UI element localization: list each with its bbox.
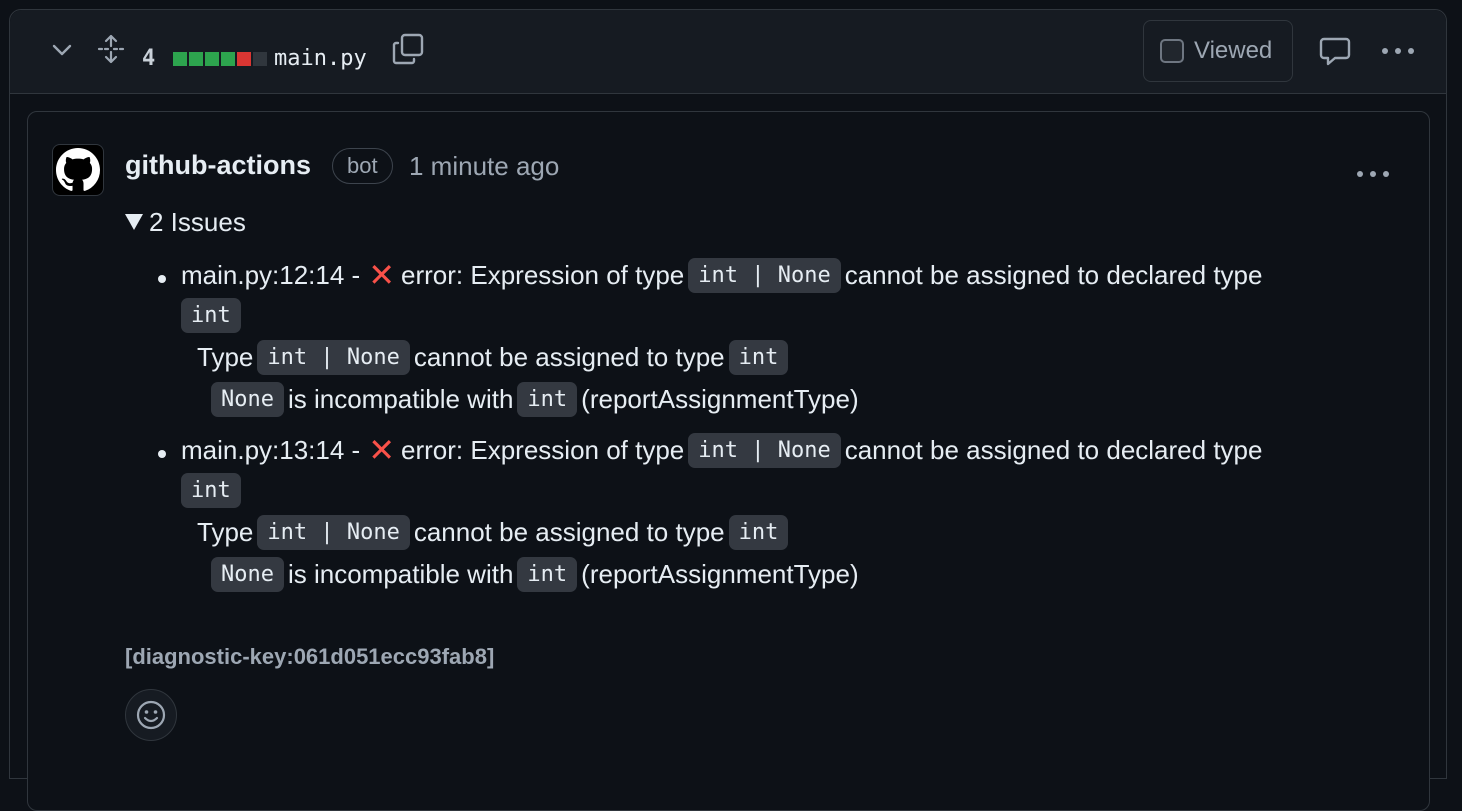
issue-subdetail: None is incompatible with int (reportAss… [211, 382, 859, 417]
viewed-label: Viewed [1194, 37, 1273, 64]
bot-badge: bot [332, 148, 393, 184]
unfold-icon[interactable] [96, 34, 126, 64]
comment-icon[interactable] [1318, 34, 1352, 68]
inline-code: int | None [257, 340, 410, 375]
issue-line: main.py:13:14 - ✕ error: Expression of t… [181, 431, 1262, 469]
diffstat-block [237, 52, 251, 66]
issue-message: cannot be assigned to declared type [844, 259, 1263, 290]
comment-timestamp[interactable]: 1 minute ago [409, 151, 559, 182]
inline-code: None [211, 382, 284, 417]
detail-text: (reportAssignmentType) [581, 384, 859, 414]
inline-code: None [211, 557, 284, 592]
issue-detail: Type int | None cannot be assigned to ty… [197, 340, 792, 375]
issue-message: error: Expression of type [401, 434, 685, 465]
detail-text: cannot be assigned to type [413, 517, 725, 547]
x-mark-icon: ✕ [368, 257, 396, 293]
inline-code: int | None [688, 432, 841, 468]
comment-body: 2 Issues main.py:12:14 - ✕ error: Expres… [125, 204, 1262, 592]
diffstat-block [205, 52, 219, 66]
issues-summary[interactable]: 2 Issues [125, 204, 246, 240]
issue-message: error: Expression of type [401, 259, 685, 290]
comment-author[interactable]: github-actions [125, 150, 311, 181]
smiley-icon [136, 700, 166, 730]
bullet [158, 275, 166, 283]
avatar[interactable] [52, 144, 104, 196]
diffstat-block [189, 52, 203, 66]
copy-icon[interactable] [391, 32, 425, 66]
inline-code: int | None [257, 515, 410, 550]
inline-code: int [728, 515, 789, 550]
viewed-checkbox[interactable] [1160, 39, 1184, 63]
detail-text: Type [197, 517, 254, 547]
issue-line: main.py:12:14 - ✕ error: Expression of t… [181, 256, 1262, 294]
issue-line-wrap: int [181, 298, 245, 333]
detail-text: cannot be assigned to type [413, 342, 725, 372]
diffstat-bar [173, 52, 267, 66]
bullet [158, 450, 166, 458]
diffstat-block [173, 52, 187, 66]
github-mark-icon [56, 148, 100, 191]
diffstat-block [253, 52, 267, 66]
review-comment: github-actions bot 1 minute ago 2 Issues… [27, 111, 1430, 811]
issue-location: main.py:12:14 - [181, 259, 361, 290]
issues-summary-label: 2 Issues [149, 206, 246, 237]
chevron-down-icon[interactable] [50, 38, 74, 62]
inline-code: int [517, 557, 578, 592]
file-header: 4 main.py Viewed [10, 10, 1446, 94]
inline-code: int | None [688, 257, 841, 293]
comment-options-icon[interactable] [1353, 162, 1393, 186]
inline-code: int [181, 473, 241, 508]
file-diff-container: 4 main.py Viewed github-actions bot 1 mi… [9, 9, 1447, 811]
inline-code: int [517, 382, 578, 417]
file-name[interactable]: main.py [274, 46, 367, 71]
issue-line-wrap: int [181, 473, 245, 508]
detail-text: is incompatible with [287, 384, 514, 414]
diff-count: 4 [142, 46, 156, 71]
issue-detail: Type int | None cannot be assigned to ty… [197, 515, 792, 550]
detail-text: Type [197, 342, 254, 372]
issue-subdetail: None is incompatible with int (reportAss… [211, 557, 859, 592]
detail-text: (reportAssignmentType) [581, 559, 859, 589]
inline-code: int [728, 340, 789, 375]
add-reaction-button[interactable] [125, 689, 177, 741]
disclosure-triangle-icon [125, 214, 143, 230]
issue-location: main.py:13:14 - [181, 434, 361, 465]
issue-message: cannot be assigned to declared type [844, 434, 1263, 465]
diffstat-block [221, 52, 235, 66]
kebab-horizontal-icon[interactable] [1380, 36, 1416, 66]
viewed-button[interactable]: Viewed [1143, 20, 1293, 82]
detail-text: is incompatible with [287, 559, 514, 589]
inline-code: int [181, 298, 241, 333]
x-mark-icon: ✕ [368, 432, 396, 468]
diagnostic-key: [diagnostic-key:061d051ecc93fab8] [125, 644, 495, 669]
